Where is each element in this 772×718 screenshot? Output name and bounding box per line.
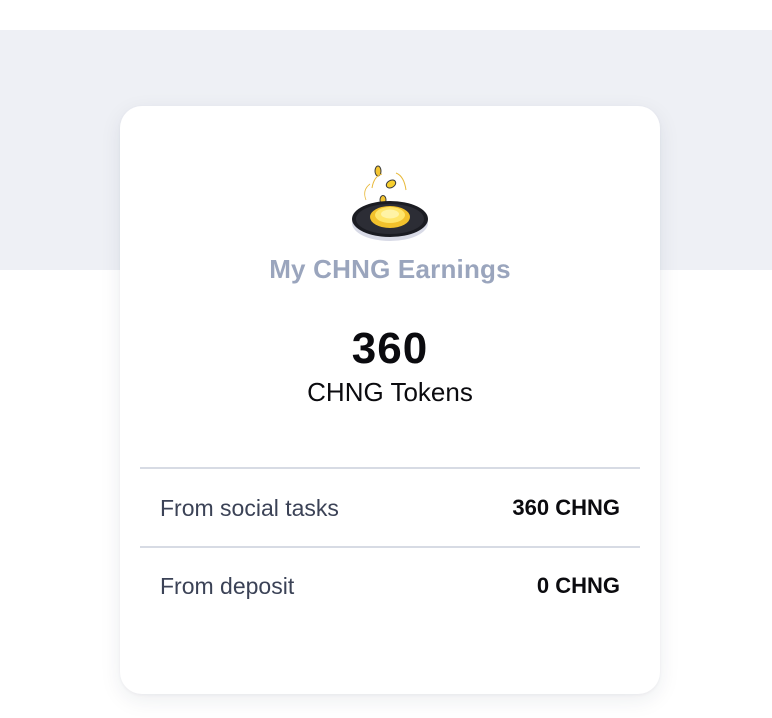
earnings-row-deposit: From deposit 0 CHNG bbox=[160, 566, 620, 606]
row-value: 360 CHNG bbox=[512, 495, 620, 520]
earnings-card: My CHNG Earnings 360 CHNG Tokens From so… bbox=[120, 106, 660, 694]
earnings-total-amount: 360 bbox=[351, 324, 429, 373]
divider bbox=[140, 467, 640, 469]
divider bbox=[140, 546, 640, 548]
earnings-title: My CHNG Earnings bbox=[269, 254, 511, 284]
row-value: 0 CHNG bbox=[536, 573, 620, 598]
row-label: From social tasks bbox=[160, 494, 339, 521]
earnings-row-social-tasks: From social tasks 360 CHNG bbox=[160, 488, 620, 528]
coin-stack-icon bbox=[352, 165, 428, 241]
row-label: From deposit bbox=[160, 572, 295, 599]
page-top bbox=[0, 0, 772, 30]
earnings-total-unit: CHNG Tokens bbox=[307, 377, 473, 407]
